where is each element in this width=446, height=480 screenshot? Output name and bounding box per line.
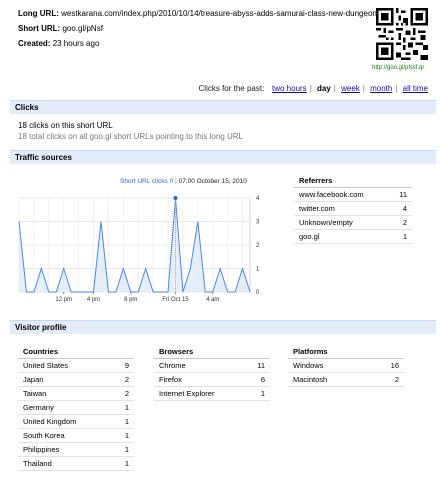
table-row[interactable]: Firefox 6 (154, 372, 270, 387)
period-selector: Clicks for the past: two hours | day | wee… (198, 84, 428, 93)
referrer-count: 1 (389, 229, 412, 244)
country-count: 9 (112, 358, 134, 373)
platforms-table: Platforms Windows 16 Macintosh 2 (288, 345, 404, 387)
country-count: 2 (112, 372, 134, 387)
period-label: Clicks for the past: (198, 84, 265, 93)
created-value: 23 hours ago (52, 39, 100, 48)
referrer-name: twitter.com (294, 201, 390, 216)
referrer-name: goo.gl (294, 229, 390, 244)
country-name: Taiwan (18, 386, 113, 401)
table-row[interactable]: Macintosh 2 (288, 372, 404, 387)
y-tick-label: 1 (256, 267, 260, 273)
x-tick-label: 4 am (206, 297, 219, 303)
y-tick-label: 0 (256, 290, 260, 296)
table-row[interactable]: www.facebook.com 11 (294, 187, 412, 202)
table-row[interactable]: twitter.com 4 (294, 201, 412, 216)
referrer-count: 4 (389, 201, 412, 216)
table-row[interactable]: South Korea 1 (18, 428, 134, 443)
x-tick-label: Fri Oct 15 (162, 297, 189, 303)
hover-point (173, 196, 178, 200)
table-row[interactable]: Chrome 11 (154, 358, 270, 373)
table-row[interactable]: Japan 2 (18, 372, 134, 387)
country-name: United States (18, 358, 113, 373)
y-tick-label: 2 (256, 243, 260, 249)
browsers-table: Browsers Chrome 11 Firefox 6 Internet Expl… (154, 345, 270, 401)
x-tick-label: 8 pm (124, 297, 137, 303)
created-label: Created: (18, 39, 51, 48)
short-url-row: Short URL: goo.gl/pNsf (18, 24, 103, 33)
country-count: 2 (112, 386, 134, 401)
country-name: Japan (18, 372, 113, 387)
platform-count: 16 (369, 358, 404, 373)
referrers-title: Referrers (294, 174, 412, 188)
platforms-title: Platforms (288, 345, 404, 359)
referrer-count: 11 (389, 187, 412, 202)
clicks-total: 18 total clicks on all goo.gl short URLs… (18, 132, 244, 141)
table-row[interactable]: Unknown/empty 2 (294, 215, 412, 230)
table-row[interactable]: goo.gl 1 (294, 229, 412, 244)
table-row[interactable]: Internet Explorer 1 (154, 386, 270, 401)
table-row[interactable]: Philippines 1 (18, 442, 134, 457)
browser-count: 11 (245, 358, 270, 373)
country-name: United Kingdom (18, 414, 113, 429)
short-url-label: Short URL: (18, 24, 61, 33)
country-count: 1 (112, 456, 134, 471)
browser-name: Firefox (154, 372, 246, 387)
period-day[interactable]: day (317, 84, 331, 93)
browser-count: 6 (245, 372, 270, 387)
browsers-title: Browsers (154, 345, 270, 359)
country-count: 1 (112, 414, 134, 429)
referrer-name: Unknown/empty (294, 215, 390, 230)
browser-name: Chrome (154, 358, 246, 373)
country-name: Philippines (18, 442, 113, 457)
x-tick-label: 4 pm (87, 297, 100, 303)
table-row[interactable]: United States 9 (18, 358, 134, 373)
country-name: Thailand (18, 456, 113, 471)
period-month[interactable]: month (370, 84, 392, 93)
countries-table: Countries United States 9 Japan 2 Taiwan 2 … (18, 345, 134, 471)
countries-title: Countries (18, 345, 134, 359)
visitor-header: Visitor profile (10, 320, 436, 334)
country-name: Germany (18, 400, 113, 415)
platform-name: Macintosh (288, 372, 370, 387)
country-count: 1 (112, 400, 134, 415)
referrers-table: Referrers www.facebook.com 11 twitter.com… (294, 174, 412, 244)
referrer-name: www.facebook.com (294, 187, 390, 202)
y-tick-label: 4 (256, 196, 260, 202)
table-row[interactable]: Germany 1 (18, 400, 134, 415)
period-all-time[interactable]: all time (403, 84, 428, 93)
created-row: Created: 23 hours ago (18, 39, 99, 48)
long-url-label: Long URL: (18, 9, 59, 18)
period-week[interactable]: week (341, 84, 360, 93)
long-url-value[interactable]: westkarana.com/index.php/2010/10/14/trea… (61, 9, 383, 18)
period-two-hours[interactable]: two hours (272, 84, 307, 93)
long-url-row: Long URL: westkarana.com/index.php/2010/… (18, 9, 383, 18)
traffic-chart[interactable]: 4 3 2 1 0 12 pm 4 pm 8 pm Fri Oct 15 4 am (18, 176, 270, 304)
table-row[interactable]: United Kingdom 1 (18, 414, 134, 429)
browser-name: Internet Explorer (154, 386, 246, 401)
referrer-count: 2 (389, 215, 412, 230)
qr-caption[interactable]: http://goo.gl/pNsf.qr (372, 65, 424, 71)
browser-count: 1 (245, 386, 270, 401)
country-count: 1 (112, 428, 134, 443)
traffic-header: Traffic sources (10, 150, 436, 164)
y-tick-label: 3 (256, 220, 260, 226)
platform-name: Windows (288, 358, 370, 373)
table-row[interactable]: Windows 16 (288, 358, 404, 373)
table-row[interactable]: Thailand 1 (18, 456, 134, 471)
short-url-value[interactable]: goo.gl/pNsf (62, 24, 102, 33)
clicks-header: Clicks (10, 100, 436, 114)
clicks-count: 18 clicks on this short URL (18, 121, 113, 130)
qr-code-icon (376, 8, 428, 60)
x-tick-label: 12 pm (55, 297, 72, 303)
platform-count: 2 (369, 372, 404, 387)
table-row[interactable]: Taiwan 2 (18, 386, 134, 401)
country-count: 1 (112, 442, 134, 457)
country-name: South Korea (18, 428, 113, 443)
